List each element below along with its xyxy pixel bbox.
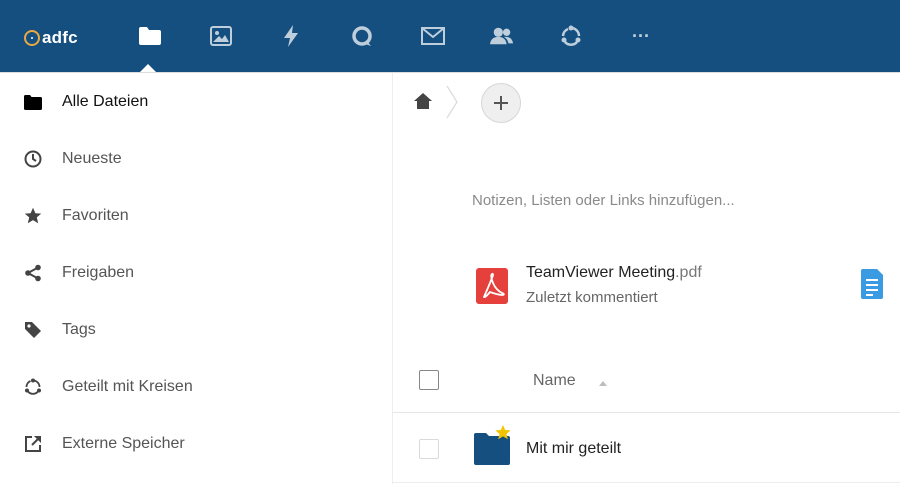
circles-icon [24, 378, 42, 396]
file-basename: TeamViewer Meeting [526, 264, 676, 281]
file-list-header: Name [393, 353, 900, 413]
active-app-indicator [140, 64, 156, 72]
file-extension: .pdf [675, 264, 702, 281]
row-checkbox[interactable] [419, 439, 439, 459]
star-icon [24, 207, 42, 225]
image-icon [210, 26, 232, 46]
plus-icon [494, 96, 508, 110]
nav-app-more[interactable]: ··· [629, 24, 653, 48]
app-navigation: Alle Dateien Neueste Favoriten Freigaben… [0, 73, 393, 484]
nav-app-circles[interactable] [559, 24, 583, 48]
select-all-checkbox[interactable] [419, 370, 439, 390]
lightning-icon [284, 25, 298, 47]
sidebar-item-favorites[interactable]: Favoriten [0, 194, 392, 238]
breadcrumb [393, 73, 900, 131]
rich-workspace-placeholder[interactable]: Notizen, Listen oder Links hinzufügen... [472, 192, 735, 209]
nav-app-contacts[interactable] [490, 24, 514, 48]
external-link-icon [24, 435, 42, 453]
table-row[interactable]: Mit mir geteilt [393, 413, 900, 483]
sidebar-item-label: Favoriten [62, 207, 129, 224]
breadcrumb-separator-icon [446, 85, 458, 119]
folder-icon [24, 93, 42, 111]
new-file-button[interactable] [481, 83, 521, 123]
sidebar-item-label: Alle Dateien [62, 93, 149, 110]
folder-icon [139, 27, 161, 45]
file-name[interactable]: Mit mir geteilt [526, 440, 621, 458]
nav-app-talk[interactable] [350, 24, 374, 48]
sidebar-item-shares[interactable]: Freigaben [0, 251, 392, 295]
logo-ring-icon [24, 30, 40, 46]
sidebar-item-label: Freigaben [62, 264, 135, 281]
nav-app-mail[interactable] [421, 24, 445, 48]
share-icon [24, 264, 42, 282]
recommended-file[interactable]: TeamViewer Meeting.pdf Zuletzt kommentie… [476, 261, 736, 311]
logo[interactable]: adfc [24, 27, 78, 49]
column-header-name[interactable]: Name [533, 372, 576, 390]
nav-app-activity[interactable] [279, 24, 303, 48]
shared-folder-icon [474, 425, 511, 465]
contacts-icon [490, 27, 514, 45]
sidebar-item-tags[interactable]: Tags [0, 308, 392, 352]
tag-icon [24, 321, 42, 339]
sidebar-item-label: Neueste [62, 150, 122, 167]
nav-app-photos[interactable] [209, 24, 233, 48]
sidebar-item-label: Tags [62, 321, 96, 338]
sidebar-item-label: Geteilt mit Kreisen [62, 378, 193, 395]
circles-icon [561, 25, 581, 46]
sidebar-item-all-files[interactable]: Alle Dateien [0, 80, 392, 124]
sort-ascending-icon [599, 381, 607, 386]
pdf-file-icon [476, 268, 508, 304]
sidebar-item-external-storage[interactable]: Externe Speicher [0, 422, 392, 466]
logo-text: adfc [42, 28, 78, 47]
sidebar-item-circles[interactable]: Geteilt mit Kreisen [0, 365, 392, 409]
recommended-file-reason: Zuletzt kommentiert [526, 289, 658, 306]
text-document-icon[interactable] [861, 269, 883, 299]
sidebar-item-label: Externe Speicher [62, 435, 185, 452]
nav-app-files[interactable] [138, 24, 162, 48]
mail-icon [421, 27, 445, 45]
files-content: Notizen, Listen oder Links hinzufügen...… [393, 73, 900, 484]
talk-icon [352, 26, 372, 46]
recommended-file-name: TeamViewer Meeting.pdf [526, 264, 702, 282]
more-icon: ··· [632, 25, 650, 46]
clock-icon [24, 150, 42, 168]
sidebar-item-recent[interactable]: Neueste [0, 137, 392, 181]
top-header: adfc ··· [0, 0, 900, 72]
home-icon[interactable] [413, 91, 433, 111]
